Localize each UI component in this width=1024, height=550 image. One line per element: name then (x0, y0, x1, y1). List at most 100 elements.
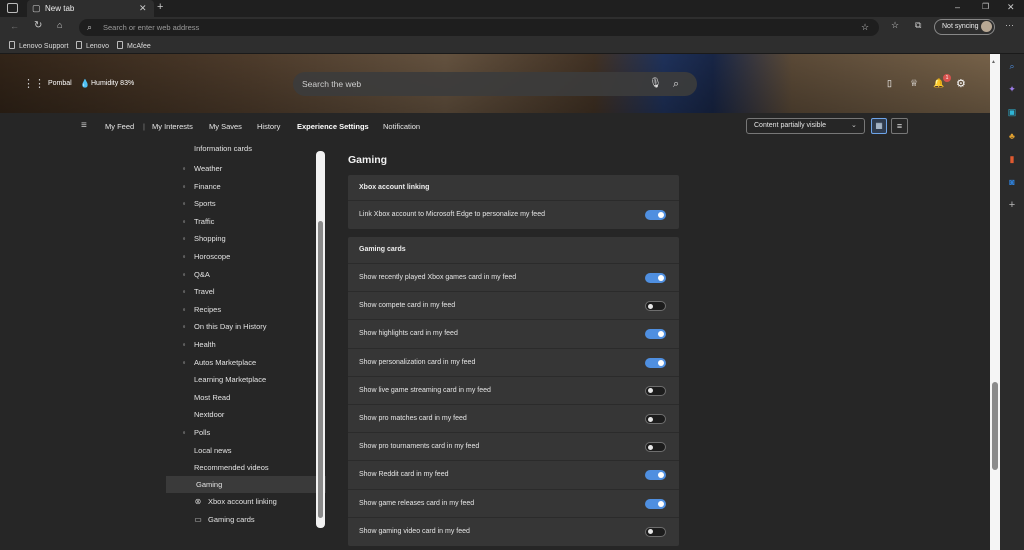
discover-icon[interactable]: ✦ (1006, 83, 1018, 95)
sidebar-item[interactable]: ◦ Shopping (183, 230, 314, 247)
minimize-icon[interactable]: – (955, 2, 960, 12)
toggle-switch[interactable] (645, 329, 666, 340)
toggle-switch[interactable] (645, 385, 666, 396)
toggle-switch[interactable] (645, 357, 666, 368)
add-icon[interactable]: + (1006, 199, 1018, 211)
close-tab-icon[interactable]: ✕ (139, 0, 147, 17)
collections-icon[interactable]: ⧉ (915, 20, 921, 31)
setting-row: Link Xbox account to Microsoft Edge to p… (348, 200, 679, 228)
apps-grid-icon[interactable]: ⋮⋮ (23, 77, 45, 90)
favorites-bar: Lenovo Support Lenovo McAfee (0, 38, 1024, 54)
sidebar-scrollbar[interactable] (316, 151, 325, 528)
toggle-switch[interactable] (645, 526, 666, 537)
phone-icon[interactable]: ▯ (887, 78, 892, 89)
sidebar-item[interactable]: Local news (194, 442, 314, 459)
sidebar-item[interactable]: ◦ Sports (183, 195, 314, 212)
setting-label: Show compete card in my feed (359, 302, 456, 310)
grid-view-button[interactable]: ▦ (871, 118, 887, 134)
sidebar-scrollbar-thumb[interactable] (318, 221, 323, 518)
favorite-mcafee[interactable]: McAfee (117, 41, 151, 52)
nav-my-feed[interactable]: My Feed (105, 122, 134, 131)
sidebar-item[interactable]: Recommended videos (194, 459, 314, 476)
zodiac-icon: ◦ (182, 252, 186, 261)
question-icon: ◦ (182, 269, 186, 279)
search-input[interactable]: Search the web 🎙 ⌕ (293, 72, 697, 96)
favorite-lenovo[interactable]: Lenovo (76, 41, 109, 52)
calendar-icon: ◦ (182, 322, 186, 332)
refresh-icon[interactable]: ↻ (34, 20, 42, 31)
toggle-switch[interactable] (645, 470, 666, 481)
favorite-lenovo-support[interactable]: Lenovo Support (9, 41, 68, 52)
toggle-switch[interactable] (645, 498, 666, 509)
search-icon[interactable]: ⌕ (1006, 60, 1018, 72)
sidebar-item[interactable]: ◦ Recipes (183, 301, 314, 318)
poll-icon: ◦ (182, 428, 186, 437)
nav-my-saves[interactable]: My Saves (209, 122, 242, 131)
setting-row: Show Reddit card in my feed (348, 460, 679, 488)
favorites-icon[interactable]: ☆ (891, 20, 899, 31)
toggle-switch[interactable] (645, 210, 666, 220)
nav-my-interests[interactable]: My Interests (152, 122, 193, 131)
sidebar-item-label: Most Read (194, 392, 231, 402)
sidebar-item[interactable]: ◦ Health (183, 336, 314, 353)
page-scrollbar-thumb[interactable] (992, 382, 998, 470)
sidebar-item[interactable]: ◦ Traffic (183, 213, 314, 230)
content-visibility-select[interactable]: Content partially visible ⌄ (746, 118, 865, 134)
tools-icon[interactable]: ▣ (1006, 106, 1018, 118)
microphone-icon[interactable]: 🎙 (649, 72, 662, 96)
hamburger-icon[interactable]: ≡ (81, 120, 87, 131)
sidebar-item[interactable]: Nextdoor (194, 406, 314, 423)
window-close-icon[interactable]: ✕ (1007, 2, 1015, 13)
sidebar-item[interactable]: ◦ Horoscope (183, 248, 314, 265)
games-icon[interactable]: ♣ (1006, 130, 1018, 142)
page-scrollbar[interactable]: ▲ (990, 54, 1000, 550)
airplane-icon: ◦ (182, 287, 186, 297)
sidebar-item[interactable]: ◦ Q&A (183, 266, 314, 283)
office-icon[interactable]: ▮ (1006, 153, 1018, 165)
card-header: Gaming cards (359, 246, 406, 253)
tab-new-tab[interactable]: ▢ New tab ✕ (27, 0, 154, 17)
sidebar-item-label: Nextdoor (194, 410, 225, 420)
setting-row: Show gaming video card in my feed (348, 516, 679, 545)
search-icon[interactable]: ⌕ (673, 72, 679, 96)
nav-experience-settings[interactable]: Experience Settings (297, 122, 369, 131)
sidebar-item-label: Q&A (194, 269, 210, 279)
sidebar-item[interactable]: ◦ Weather (183, 160, 314, 177)
tab-actions-icon[interactable] (7, 3, 18, 13)
sidebar-item[interactable]: Most Read (194, 389, 314, 406)
outlook-icon[interactable]: ◙ (1006, 176, 1018, 188)
rewards-icon[interactable]: ♕ (910, 78, 918, 89)
gear-icon[interactable]: ⚙ (956, 77, 966, 90)
sidebar-item-label: Sports (194, 199, 216, 209)
nav-history[interactable]: History (257, 122, 280, 131)
home-icon[interactable]: ⌂ (57, 20, 62, 30)
profile-button[interactable]: Not syncing (934, 19, 995, 35)
sidebar-item[interactable]: ◦ On this Day in History (183, 318, 314, 335)
more-icon[interactable]: ··· (1005, 20, 1014, 30)
list-view-button[interactable]: ≡ (891, 118, 908, 134)
sidebar-item-xbox-account-linking[interactable]: ⊗ Xbox account linking (195, 493, 326, 510)
sidebar-item[interactable]: ◦ Polls (183, 424, 314, 441)
toggle-switch[interactable] (645, 414, 666, 424)
back-icon[interactable]: ← (10, 21, 19, 31)
maximize-icon[interactable]: ❐ (982, 2, 989, 11)
sidebar-item-gaming[interactable]: ◢ 🎮 Gaming (176, 476, 326, 493)
nav-notification[interactable]: Notification (383, 122, 420, 131)
sidebar-item-gaming-cards[interactable]: ▭ Gaming cards (194, 511, 326, 528)
new-tab-icon[interactable]: + (157, 1, 163, 13)
sidebar-item-information-cards[interactable]: ◢ Information cards (194, 143, 314, 154)
sidebar-item-label: Traffic (194, 216, 215, 226)
sidebar-item[interactable]: ◦ Autos Marketplace (183, 354, 314, 371)
setting-label: Show game releases card in my feed (359, 499, 475, 507)
sidebar-item[interactable]: ◦ Finance (183, 178, 314, 195)
sidebar-item-label: Shopping (194, 234, 226, 244)
sidebar-item-label: Xbox account linking (208, 497, 277, 506)
sidebar-item[interactable]: Learning Marketplace (194, 371, 314, 388)
address-input[interactable]: ⌕ Search or enter web address ☆ (79, 19, 879, 36)
sidebar-item[interactable]: ◦ Travel (183, 283, 314, 300)
scroll-up-icon[interactable]: ▲ (991, 59, 996, 65)
add-favorite-icon[interactable]: ☆ (861, 19, 869, 36)
toggle-switch[interactable] (645, 301, 666, 312)
toggle-switch[interactable] (645, 442, 666, 453)
toggle-switch[interactable] (645, 273, 666, 283)
